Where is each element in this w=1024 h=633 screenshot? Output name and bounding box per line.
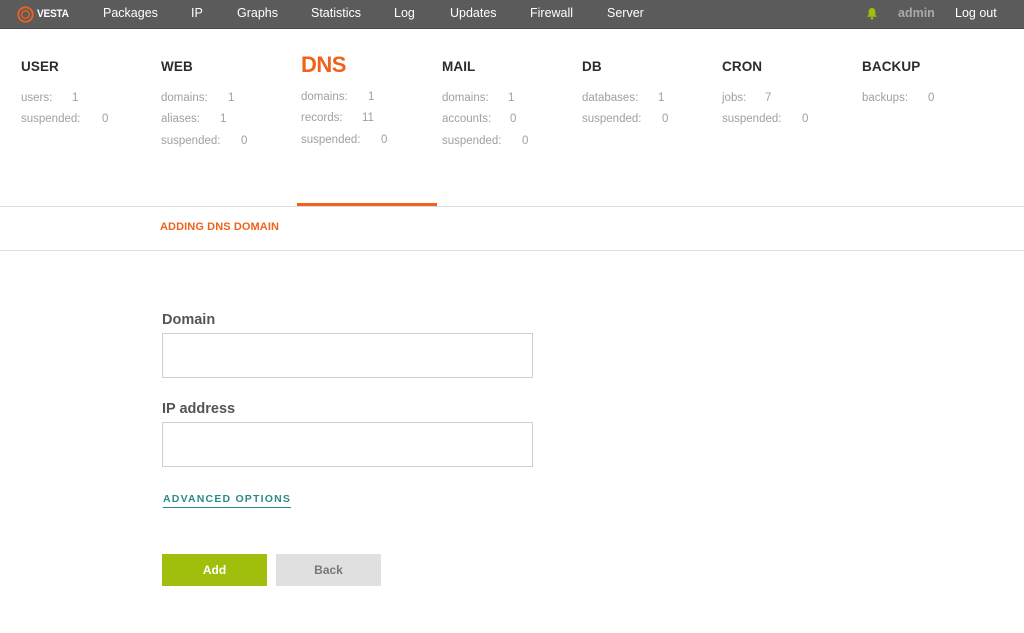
- nav-packages[interactable]: Packages: [103, 0, 158, 29]
- stat-row: jobs: 7: [722, 91, 771, 105]
- nav-log[interactable]: Log: [394, 0, 415, 29]
- add-button[interactable]: Add: [162, 554, 267, 586]
- stat-label: jobs:: [722, 92, 747, 104]
- stat-title-dns[interactable]: DNS: [301, 54, 431, 76]
- vesta-logo-icon: [17, 5, 34, 23]
- nav-updates[interactable]: Updates: [450, 0, 497, 29]
- stat-row: records: 11: [301, 111, 374, 125]
- stat-value: 0: [381, 134, 388, 146]
- stat-title-user[interactable]: USER: [21, 58, 151, 76]
- stat-web[interactable]: WEB domains: 1 aliases: 1 suspended: 0: [161, 58, 291, 147]
- stat-label: aliases:: [161, 113, 200, 125]
- stat-row: suspended: 0: [582, 112, 668, 126]
- top-nav-bar: VESTA Packages IP Graphs Statistics Log …: [0, 0, 1024, 29]
- stat-label: backups:: [862, 92, 909, 104]
- stat-title-mail[interactable]: MAIL: [442, 58, 572, 76]
- nav-server[interactable]: Server: [607, 0, 644, 29]
- ip-address-label: IP address: [162, 401, 236, 417]
- nav-ip[interactable]: IP: [191, 0, 203, 29]
- domain-input[interactable]: [162, 333, 533, 378]
- stat-db[interactable]: DB databases: 1 suspended: 0: [582, 58, 712, 125]
- ip-address-input[interactable]: [162, 422, 533, 467]
- stat-label: records:: [301, 112, 343, 124]
- stat-value: 1: [228, 92, 235, 104]
- stat-value: 0: [241, 135, 248, 147]
- stat-label: suspended:: [21, 113, 81, 125]
- stat-backup[interactable]: BACKUP backups: 0: [862, 58, 992, 104]
- stat-value: 1: [72, 92, 79, 104]
- stat-row: domains: 1: [161, 91, 234, 105]
- nav-statistics[interactable]: Statistics: [311, 0, 361, 29]
- stat-cron[interactable]: CRON jobs: 7 suspended: 0: [722, 58, 852, 125]
- nav-graphs[interactable]: Graphs: [237, 0, 278, 29]
- domain-label: Domain: [162, 312, 216, 328]
- stat-row: suspended: 0: [301, 133, 387, 147]
- stat-row: databases: 1: [582, 91, 664, 105]
- stat-label: domains:: [442, 92, 489, 104]
- stat-row: users: 1: [21, 91, 78, 105]
- stat-label: suspended:: [442, 135, 502, 147]
- stat-value: 1: [508, 92, 515, 104]
- stat-value: 0: [102, 113, 109, 125]
- stat-row: accounts: 0: [442, 112, 516, 126]
- stat-row: domains: 1: [301, 90, 374, 104]
- bell-icon[interactable]: [866, 7, 878, 20]
- stat-row: suspended: 0: [161, 134, 247, 148]
- stat-row: suspended: 0: [722, 112, 808, 126]
- stat-row: backups: 0: [862, 91, 934, 105]
- stat-value: 7: [765, 92, 772, 104]
- user-name-link[interactable]: admin: [898, 0, 935, 29]
- stat-label: domains:: [161, 92, 208, 104]
- stat-label: domains:: [301, 91, 348, 103]
- stat-label: accounts:: [442, 113, 492, 125]
- stat-value: 0: [802, 113, 809, 125]
- stat-value: 1: [658, 92, 665, 104]
- vesta-logo[interactable]: VESTA: [17, 5, 71, 23]
- stat-value: 11: [362, 112, 374, 124]
- logout-link[interactable]: Log out: [955, 0, 997, 29]
- stat-row: aliases: 1: [161, 112, 226, 126]
- stat-value: 1: [220, 113, 227, 125]
- stat-label: suspended:: [301, 134, 361, 146]
- stat-title-db[interactable]: DB: [582, 58, 712, 76]
- stat-label: suspended:: [722, 113, 782, 125]
- stat-value: 0: [510, 113, 517, 125]
- stat-label: suspended:: [582, 113, 642, 125]
- stat-mail[interactable]: MAIL domains: 1 accounts: 0 suspended: 0: [442, 58, 572, 147]
- advanced-options-link[interactable]: ADVANCED OPTIONS: [163, 493, 292, 508]
- stat-value: 0: [522, 135, 529, 147]
- stat-title-backup[interactable]: BACKUP: [862, 58, 992, 76]
- stat-label: databases:: [582, 92, 639, 104]
- nav-firewall[interactable]: Firewall: [530, 0, 573, 29]
- stat-row: suspended: 0: [442, 134, 528, 148]
- stat-title-web[interactable]: WEB: [161, 58, 291, 76]
- stat-row: suspended: 0: [21, 112, 108, 126]
- stat-title-cron[interactable]: CRON: [722, 58, 852, 76]
- stat-dns[interactable]: DNS domains: 1 records: 11 suspended: 0: [301, 54, 431, 147]
- page-title: ADDING DNS DOMAIN: [160, 221, 280, 233]
- divider: [0, 250, 1024, 251]
- divider: [0, 206, 1024, 207]
- stat-label: suspended:: [161, 135, 221, 147]
- stat-user[interactable]: USER users: 1 suspended: 0: [21, 58, 151, 125]
- stat-row: domains: 1: [442, 91, 514, 105]
- stat-label: users:: [21, 92, 53, 104]
- stat-value: 1: [368, 91, 375, 103]
- stat-value: 0: [662, 113, 669, 125]
- stat-value: 0: [928, 92, 935, 104]
- back-button[interactable]: Back: [276, 554, 381, 586]
- logo-text: VESTA: [37, 8, 69, 20]
